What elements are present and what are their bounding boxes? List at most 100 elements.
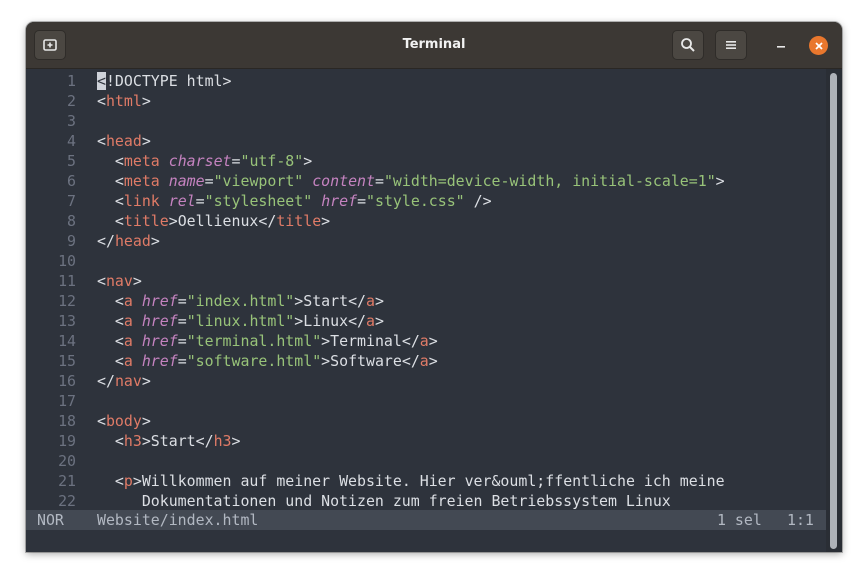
code-line[interactable]: 15 <a href="software.html">Software</a>: [26, 351, 826, 371]
code-text: <: [97, 352, 124, 370]
line-number: 21: [58, 472, 76, 490]
code-text: >: [303, 152, 313, 170]
code-text: >: [374, 292, 384, 310]
code-text: <: [97, 92, 106, 110]
line-number: 8: [67, 212, 76, 230]
html-attribute: rel: [168, 192, 196, 210]
line-content: <a href="linux.html">Linux</a>: [97, 311, 384, 331]
html-tag-name: meta: [123, 172, 160, 190]
code-line[interactable]: 3: [26, 111, 826, 131]
code-line[interactable]: 8 <title>Oellienux</title>: [26, 211, 826, 231]
line-number: 3: [67, 112, 76, 130]
html-tag-name: meta: [123, 152, 160, 170]
menu-button[interactable]: [715, 30, 747, 60]
code-line[interactable]: 6 <meta name="viewport" content="width=d…: [26, 171, 826, 191]
code-line[interactable]: 21 <p>Willkommen auf meiner Website. Hie…: [26, 471, 826, 491]
line-number: 5: [67, 152, 76, 170]
line-content: <html>: [97, 91, 151, 111]
code-text: Dokumentationen und Notizen zum freien B…: [97, 492, 671, 510]
line-number: 17: [58, 392, 76, 410]
code-line[interactable]: 13 <a href="linux.html">Linux</a>: [26, 311, 826, 331]
code-text: >Oellienux</: [168, 212, 277, 230]
code-text: >: [141, 92, 151, 110]
code-line[interactable]: 9 </head>: [26, 231, 826, 251]
line-number: 10: [58, 252, 76, 270]
line-content: <p>Willkommen auf meiner Website. Hier v…: [97, 471, 725, 491]
html-string: "width=device-width, initial-scale=1": [383, 172, 716, 190]
html-tag-name: h3: [213, 432, 232, 450]
code-line[interactable]: 18 <body>: [26, 411, 826, 431]
hamburger-menu-icon: [724, 38, 738, 52]
html-string: "viewport": [213, 172, 304, 190]
html-attribute: href: [141, 352, 178, 370]
editor-pane[interactable]: 1 <!DOCTYPE html> 2 <html> 3 4 <head> 5 <meta c…: [26, 69, 826, 552]
scrollbar-thumb[interactable]: [830, 73, 837, 549]
code-line[interactable]: 16 </nav>: [26, 371, 826, 391]
code-text: </: [97, 372, 115, 390]
code-line[interactable]: 11 <nav>: [26, 271, 826, 291]
line-number: 12: [58, 292, 76, 310]
code-line[interactable]: 12 <a href="index.html">Start</a>: [26, 291, 826, 311]
html-attribute: href: [141, 332, 178, 350]
code-line[interactable]: 20: [26, 451, 826, 471]
code-line[interactable]: 4 <head>: [26, 131, 826, 151]
code-line[interactable]: 2 <html>: [26, 91, 826, 111]
code-text: <: [97, 212, 124, 230]
html-attribute: name: [168, 172, 205, 190]
code-text: />: [464, 192, 492, 210]
code-text: =: [204, 172, 214, 190]
close-icon: [814, 41, 824, 51]
code-text: >Start</: [141, 432, 214, 450]
code-view[interactable]: 1 <!DOCTYPE html> 2 <html> 3 4 <head> 5 <meta c…: [26, 71, 826, 511]
code-line[interactable]: 17: [26, 391, 826, 411]
code-text: <: [97, 132, 106, 150]
html-string: "style.css": [366, 192, 465, 210]
html-attribute: href: [141, 292, 178, 310]
line-content: <a href="terminal.html">Terminal</a>: [97, 331, 438, 351]
new-tab-icon: [42, 37, 58, 53]
code-text: >: [141, 412, 151, 430]
code-line[interactable]: 10: [26, 251, 826, 271]
minimize-button[interactable]: [770, 34, 792, 56]
html-tag-name: link: [123, 192, 160, 210]
html-attribute: href: [141, 312, 178, 330]
html-tag-name: body: [105, 412, 142, 430]
code-line[interactable]: 7 <link rel="stylesheet" href="style.css…: [26, 191, 826, 211]
code-line[interactable]: 5 <meta charset="utf-8">: [26, 151, 826, 171]
html-string: "stylesheet": [204, 192, 313, 210]
code-text: <: [97, 312, 124, 330]
scrollbar[interactable]: [826, 69, 842, 552]
code-line[interactable]: 14 <a href="terminal.html">Terminal</a>: [26, 331, 826, 351]
line-content: <body>: [97, 411, 151, 431]
html-string: "software.html": [186, 352, 322, 370]
code-text: >Linux</: [294, 312, 367, 330]
search-button[interactable]: [672, 30, 704, 60]
new-tab-button[interactable]: [34, 30, 66, 60]
code-line[interactable]: 22 Dokumentationen und Notizen zum freie…: [26, 491, 826, 511]
code-text: <: [97, 412, 106, 430]
line-content: <!DOCTYPE html>: [97, 71, 231, 91]
close-button[interactable]: [809, 36, 828, 55]
line-content: <a href="index.html">Start</a>: [97, 291, 384, 311]
code-text: >: [141, 132, 151, 150]
line-number: 14: [58, 332, 76, 350]
line-content: <meta name="viewport" content="width=dev…: [97, 171, 725, 191]
html-tag-name: a: [123, 332, 133, 350]
selection-count: 1 sel: [717, 511, 762, 529]
line-number: 18: [58, 412, 76, 430]
search-icon: [680, 37, 696, 53]
html-tag-name: title: [123, 212, 169, 230]
code-text: <: [97, 432, 124, 450]
code-text: >Software</: [321, 352, 420, 370]
code-text: =: [357, 192, 367, 210]
code-line[interactable]: 1 <!DOCTYPE html>: [26, 71, 826, 91]
code-text: >Willkommen auf meiner Website. Hier ver…: [132, 472, 725, 490]
code-line[interactable]: 19 <h3>Start</h3>: [26, 431, 826, 451]
code-text: =: [177, 292, 187, 310]
